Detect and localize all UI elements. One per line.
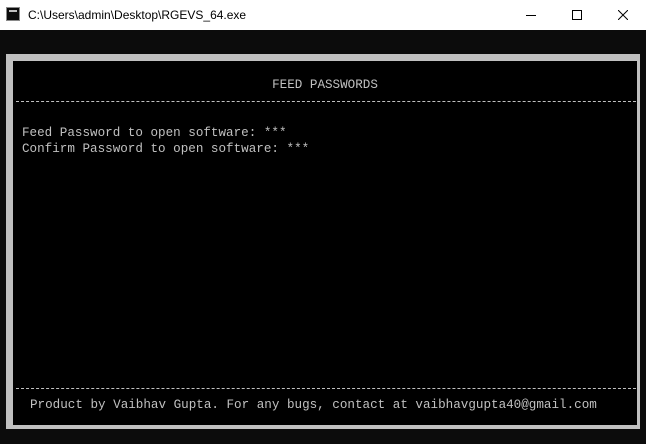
- console-app-icon[interactable]: [6, 7, 20, 21]
- close-button[interactable]: [600, 0, 646, 30]
- window-title: C:\Users\admin\Desktop\RGEVS_64.exe: [28, 8, 247, 22]
- console-heading: FEED PASSWORDS: [272, 78, 378, 92]
- maximize-icon: [572, 10, 582, 20]
- top-divider: [16, 101, 636, 103]
- footer-text: Product by Vaibhav Gupta. For any bugs, …: [30, 398, 597, 412]
- maximize-button[interactable]: [554, 0, 600, 30]
- feed-password-line: Feed Password to open software: ***: [22, 126, 287, 140]
- close-icon: [618, 10, 628, 20]
- bottom-divider: [16, 388, 636, 390]
- minimize-button[interactable]: [508, 0, 554, 30]
- title-bar[interactable]: C:\Users\admin\Desktop\RGEVS_64.exe: [0, 0, 646, 30]
- console-screen[interactable]: FEED PASSWORDS Feed Password to open sof…: [13, 61, 637, 425]
- confirm-password-line: Confirm Password to open software: ***: [22, 142, 310, 156]
- minimize-icon: [526, 15, 536, 16]
